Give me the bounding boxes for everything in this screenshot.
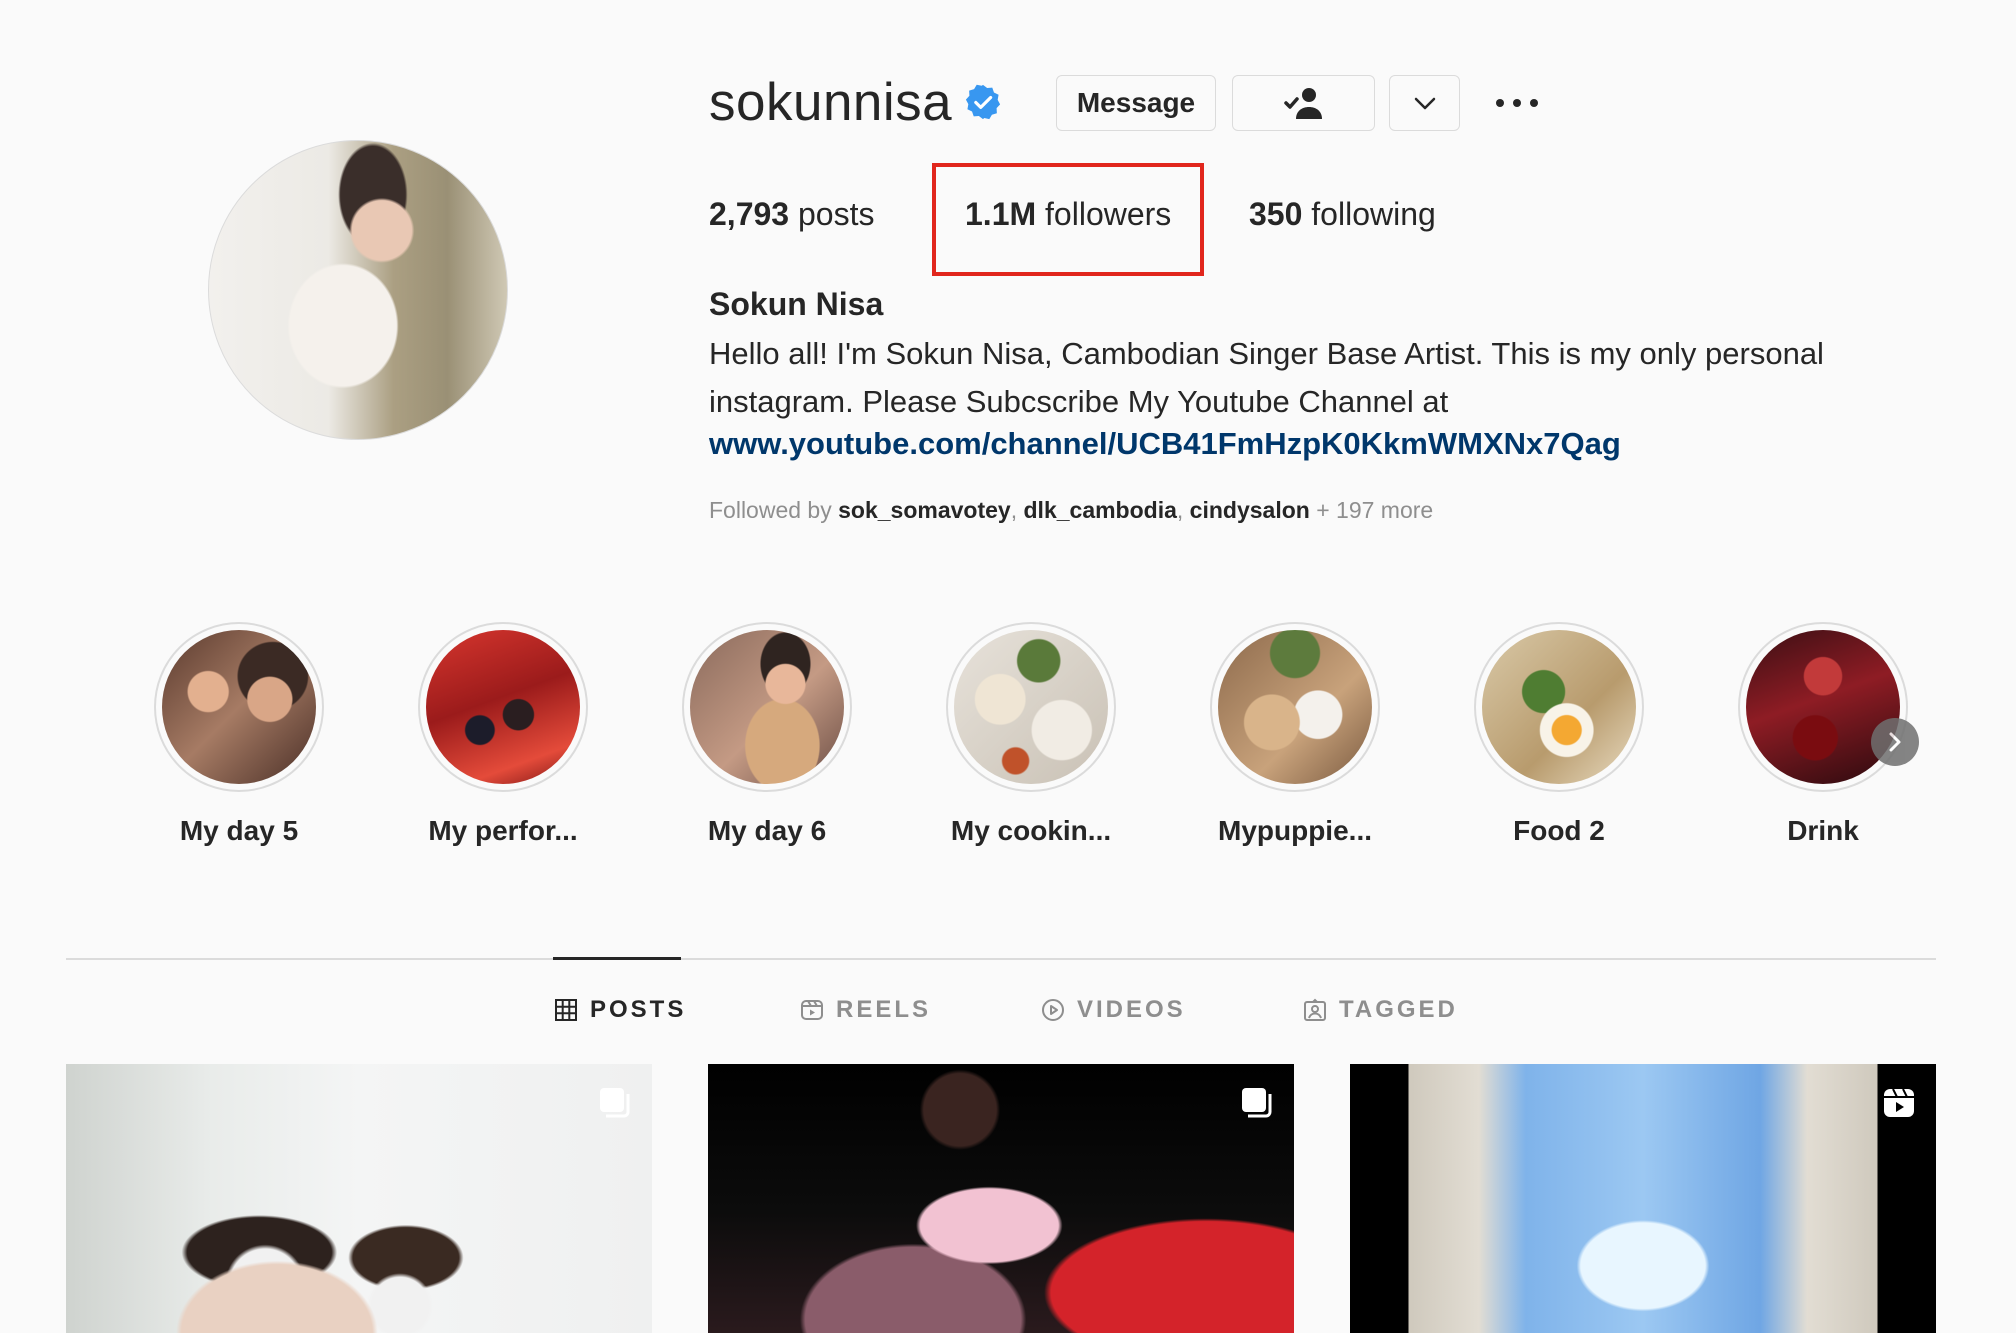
tab-tagged[interactable]: TAGGED bbox=[1303, 996, 1458, 1024]
highlight-label: My cookin... bbox=[950, 815, 1112, 846]
tab-reels[interactable]: REELS bbox=[800, 996, 931, 1024]
highlight-cover bbox=[1218, 630, 1372, 784]
highlight-cover bbox=[1482, 630, 1636, 784]
post-tile[interactable] bbox=[708, 1064, 1294, 1333]
verified-badge-icon bbox=[965, 84, 1001, 120]
followed-by[interactable]: Followed by sok_somavotey, dlk_cambodia,… bbox=[709, 497, 1433, 524]
highlight-label: Drink bbox=[1787, 815, 1859, 846]
chevron-down-icon bbox=[1414, 97, 1435, 110]
bio-link[interactable]: www.youtube.com/channel/UCB41FmHzpK0KkmW… bbox=[709, 426, 1621, 462]
tabs-divider bbox=[66, 958, 1936, 960]
tab-posts[interactable]: POSTS bbox=[554, 996, 686, 1024]
highlight-my-day-6[interactable] bbox=[682, 622, 852, 792]
highlight-my-day-5[interactable] bbox=[154, 622, 324, 792]
profile-bio: Hello all! I'm Sokun Nisa, Cambodian Sin… bbox=[709, 336, 1824, 419]
highlight-drink[interactable] bbox=[1738, 622, 1908, 792]
post-tile[interactable] bbox=[66, 1064, 652, 1333]
grid-icon bbox=[555, 999, 577, 1021]
highlights-next-button[interactable] bbox=[1871, 718, 1919, 766]
suggested-dropdown-button[interactable] bbox=[1389, 75, 1460, 131]
highlight-label: My perfor... bbox=[428, 815, 578, 846]
highlight-my-performance[interactable] bbox=[418, 622, 588, 792]
post-tile[interactable] bbox=[1350, 1064, 1936, 1333]
carousel-icon bbox=[600, 1088, 630, 1118]
reels-icon bbox=[1884, 1088, 1914, 1117]
highlight-my-puppies[interactable] bbox=[1210, 622, 1380, 792]
profile-full-name: Sokun Nisa bbox=[709, 286, 884, 322]
highlight-cover bbox=[426, 630, 580, 784]
reels-icon bbox=[801, 1000, 823, 1020]
profile-username: sokunnisa bbox=[709, 73, 953, 132]
active-tab-indicator bbox=[553, 957, 681, 960]
tab-videos[interactable]: VIDEOS bbox=[1041, 996, 1186, 1024]
highlight-cover bbox=[1746, 630, 1900, 784]
highlight-cover bbox=[690, 630, 844, 784]
highlight-label: Food 2 bbox=[1513, 815, 1605, 846]
chevron-right-icon bbox=[1889, 732, 1901, 752]
profile-avatar[interactable] bbox=[208, 140, 508, 440]
highlight-food-2[interactable] bbox=[1474, 622, 1644, 792]
highlight-label: Mypuppie... bbox=[1218, 815, 1372, 846]
highlight-cover bbox=[162, 630, 316, 784]
message-button[interactable]: Message bbox=[1056, 75, 1216, 131]
more-horizontal-icon[interactable] bbox=[1494, 88, 1540, 118]
highlight-label: My day 5 bbox=[179, 815, 299, 846]
highlight-my-cooking[interactable] bbox=[946, 622, 1116, 792]
tagged-icon bbox=[1304, 998, 1326, 1021]
following-button[interactable] bbox=[1232, 75, 1375, 131]
following-link[interactable]: 350 following bbox=[1249, 196, 1436, 233]
play-icon bbox=[1042, 999, 1064, 1021]
posts-count: 2,793 posts bbox=[709, 196, 875, 232]
user-check-icon bbox=[1283, 88, 1322, 119]
highlight-label: My day 6 bbox=[707, 815, 827, 846]
carousel-icon bbox=[1242, 1088, 1272, 1118]
highlight-cover bbox=[954, 630, 1108, 784]
followers-highlight-box bbox=[932, 163, 1204, 276]
